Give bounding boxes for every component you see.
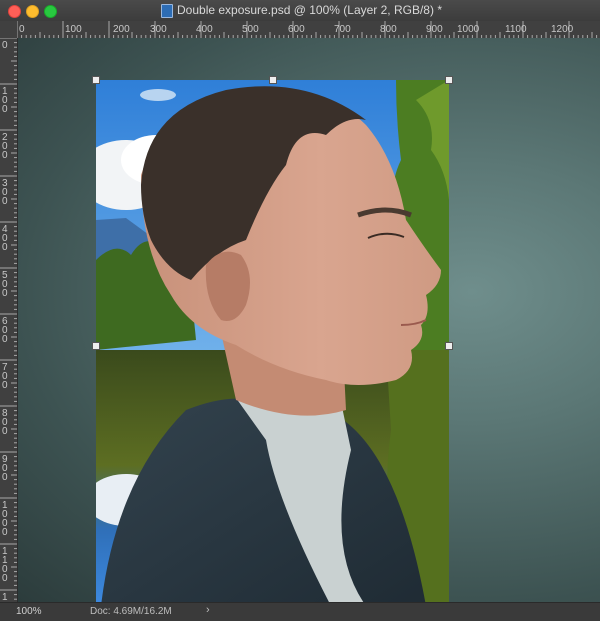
h-ruler-label: 900 — [426, 24, 443, 35]
transform-handle-middle-left[interactable] — [92, 342, 100, 350]
status-menu-arrow-icon[interactable]: › — [206, 604, 210, 616]
transform-handle-top-right[interactable] — [445, 76, 453, 84]
zoom-window-button[interactable] — [44, 5, 57, 18]
title-bar: Double exposure.psd @ 100% (Layer 2, RGB… — [0, 0, 600, 22]
transform-handle-top-left[interactable] — [92, 76, 100, 84]
h-ruler-label: 200 — [113, 24, 130, 35]
v-ruler-label-digit: 0 — [2, 40, 8, 51]
h-ruler-label: 1100 — [505, 24, 527, 35]
psd-document-icon — [161, 4, 173, 18]
vertical-ruler-ticks: 0100200300400500600700800900100011001200 — [0, 38, 17, 602]
vertical-ruler[interactable]: 0100200300400500600700800900100011001200 — [0, 38, 18, 602]
document-canvas[interactable] — [18, 38, 600, 602]
transform-handle-middle-right[interactable] — [445, 342, 453, 350]
close-window-button[interactable] — [8, 5, 21, 18]
h-ruler-label: 100 — [65, 24, 82, 35]
v-ruler-label-digit: 0 — [2, 288, 8, 299]
h-ruler-label: 400 — [196, 24, 213, 35]
v-ruler-label-digit: 0 — [2, 472, 8, 483]
document-size-info: Doc: 4.69M/16.2M — [90, 606, 172, 617]
v-ruler-label-digit: 0 — [2, 242, 8, 253]
h-ruler-label: 700 — [334, 24, 351, 35]
transform-handle-top-center[interactable] — [269, 76, 277, 84]
h-ruler-label: 300 — [150, 24, 167, 35]
v-ruler-label-digit: 0 — [2, 573, 8, 584]
v-ruler-label-digit: 0 — [2, 196, 8, 207]
double-exposure-artwork — [96, 80, 449, 602]
v-ruler-label-digit: 0 — [2, 150, 8, 161]
horizontal-ruler-ticks: 0 100 200 300 400 500 600 700 800 900 10… — [17, 21, 598, 38]
h-ruler-label: 0 — [19, 24, 25, 35]
status-bar: 100% Doc: 4.69M/16.2M › — [0, 602, 600, 621]
zoom-level-field[interactable]: 100% — [16, 606, 42, 617]
layer-2-image[interactable] — [96, 80, 449, 602]
h-ruler-label: 800 — [380, 24, 397, 35]
minimize-window-button[interactable] — [26, 5, 39, 18]
v-ruler-label-digit: 0 — [2, 380, 8, 391]
h-ruler-label: 600 — [288, 24, 305, 35]
v-ruler-label-digit: 0 — [2, 104, 8, 115]
h-ruler-label: 1000 — [457, 24, 480, 35]
v-ruler-label-digit: 0 — [2, 527, 8, 538]
h-ruler-label: 500 — [242, 24, 259, 35]
window-title: Double exposure.psd @ 100% (Layer 2, RGB… — [177, 3, 442, 17]
h-ruler-label: 1200 — [551, 24, 574, 35]
ruler-origin[interactable] — [0, 21, 18, 39]
horizontal-ruler[interactable]: 0 100 200 300 400 500 600 700 800 900 10… — [17, 21, 600, 39]
v-ruler-label-digit: 0 — [2, 334, 8, 345]
v-ruler-label-digit: 0 — [2, 426, 8, 437]
